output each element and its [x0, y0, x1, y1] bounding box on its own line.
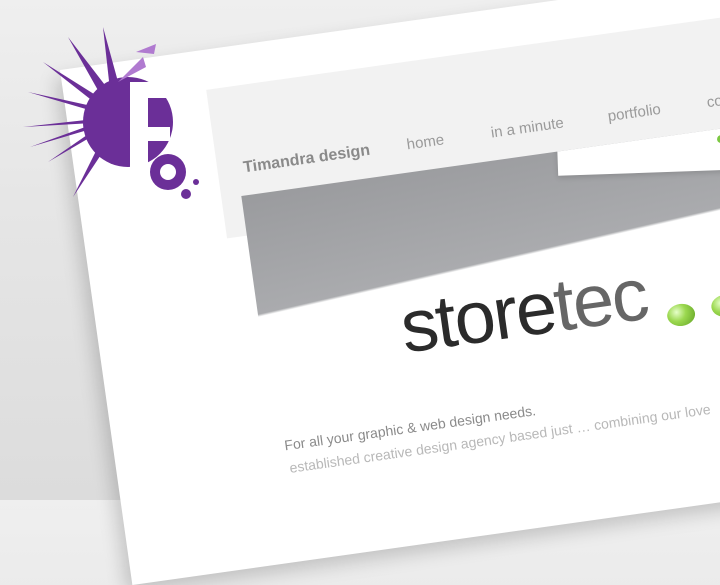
- green-ball: [709, 292, 720, 319]
- nav-portfolio[interactable]: portfolio: [607, 101, 662, 125]
- timandra-logo: [23, 27, 199, 199]
- hero-logo-light: tec: [548, 252, 652, 348]
- nav-in-a-minute[interactable]: in a minute: [490, 115, 565, 142]
- hero-logo-bold: store: [395, 264, 560, 369]
- nav-contact[interactable]: co: [706, 92, 720, 111]
- hero-logo-text: storetec: [395, 251, 652, 370]
- green-ball: [665, 302, 697, 328]
- nav-home[interactable]: home: [406, 131, 446, 153]
